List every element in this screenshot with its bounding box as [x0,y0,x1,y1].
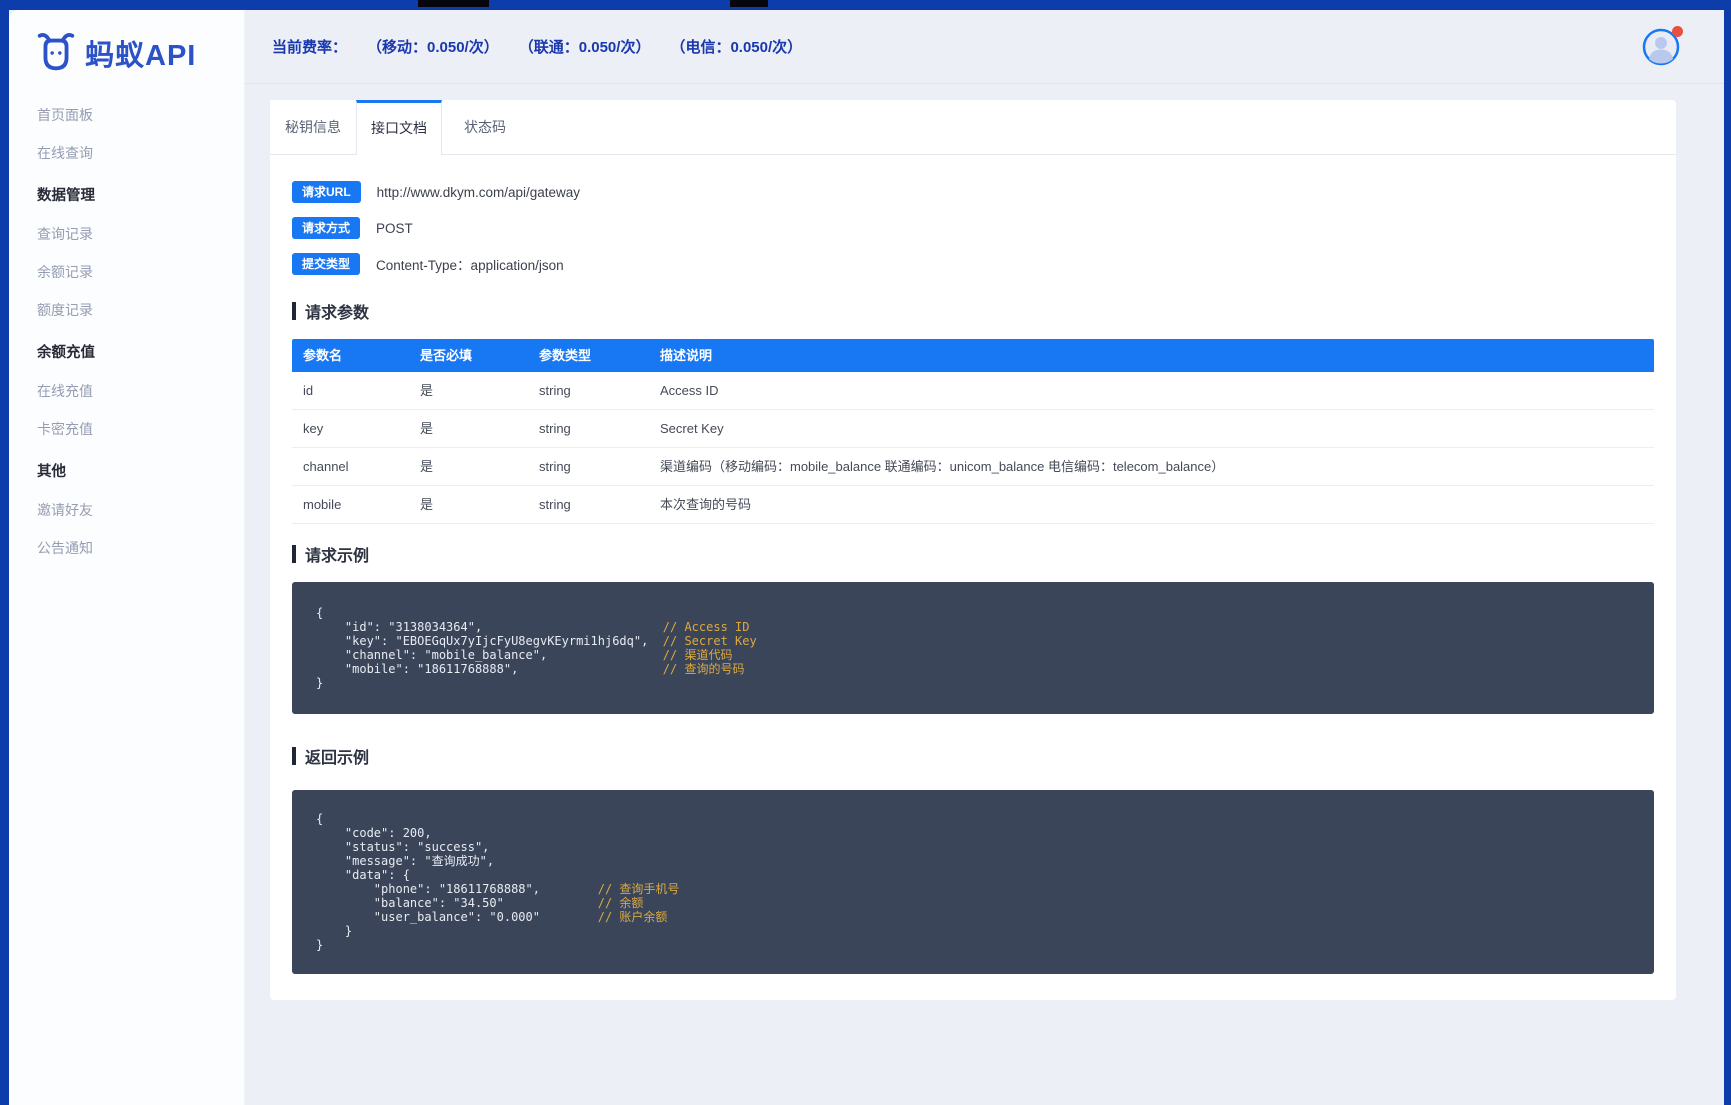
sidebar-item-home[interactable]: 首页面板 [9,96,244,134]
ant-logo-icon [37,33,75,71]
sidebar-section-balance-recharge: 余额充值 [37,345,95,361]
sidebar-item-query-records[interactable]: 查询记录 [9,215,244,253]
sidebar-item-quota-records[interactable]: 额度记录 [9,291,244,329]
content-card: 秘钥信息 接口文档 状态码 请求URL http://www.dkym.com/… [270,100,1676,1000]
logo[interactable]: 蚂蚁API [9,10,244,76]
table-row-key: key 是 string Secret Key [292,410,1654,448]
request-url-badge: 请求URL [292,181,361,203]
rate-telecom: （电信：0.050/次） [670,39,803,56]
content-type-value: Content-Type：application/json [376,258,564,273]
main-area: 当前费率： （移动：0.050/次） （联通：0.050/次） （电信：0.05… [245,10,1724,1105]
request-method-row: 请求方式 POST [292,217,1654,239]
section-title-response-example: 返回示例 [292,744,1654,768]
section-title-request-example: 请求示例 [292,542,1654,566]
tab-bar: 秘钥信息 接口文档 状态码 [270,100,1676,155]
sidebar-section-other: 其他 [37,464,66,480]
sidebar-section-data-management: 数据管理 [37,188,95,204]
tab-status-codes[interactable]: 状态码 [442,100,528,154]
sidebar-item-card-recharge[interactable]: 卡密充值 [9,410,244,448]
table-row-channel: channel 是 string 渠道编码（移动编码：mobile_balanc… [292,448,1654,486]
sidebar: 蚂蚁API 首页面板 在线查询 数据管理 查询记录 余额记录 额度记录 余额充值… [9,10,245,1105]
request-method-value: POST [376,220,413,236]
table-row-id: id 是 string Access ID [292,372,1654,410]
sidebar-item-balance-records[interactable]: 余额记录 [9,253,244,291]
page-frame-top [0,0,1731,10]
page-frame-left [0,0,9,1105]
sidebar-item-online-recharge[interactable]: 在线充值 [9,372,244,410]
col-header-param-type: 参数类型 [539,348,592,363]
top-edge-artifact [418,0,489,7]
rates-label: 当前费率： [272,39,348,56]
page-frame-right [1724,0,1731,1105]
sidebar-item-invite-friends[interactable]: 邀请好友 [9,491,244,529]
logo-title: 蚂蚁API [85,40,197,72]
tab-content: 请求URL http://www.dkym.com/api/gateway 请求… [270,155,1676,1000]
request-url-value: http://www.dkym.com/api/gateway [376,184,581,200]
request-method-badge: 请求方式 [292,217,361,239]
content-type-row: 提交类型 Content-Type：application/json [292,253,1654,275]
tab-secret-info[interactable]: 秘钥信息 [270,100,356,154]
params-table-header: 参数名 是否必填 参数类型 描述说明 [292,339,1654,372]
section-bar [292,747,296,765]
params-table: 参数名 是否必填 参数类型 描述说明 id 是 string Access ID… [292,339,1654,524]
response-example-code: { "code": 200, "status": "success", "mes… [292,790,1654,974]
notification-dot [1672,25,1683,37]
user-avatar[interactable] [1642,25,1683,66]
request-example-code: { "id": "3138034364",// Access ID "key":… [292,582,1654,714]
section-bar [292,302,296,320]
top-edge-artifact [730,0,768,7]
top-header: 当前费率： （移动：0.050/次） （联通：0.050/次） （电信：0.05… [245,10,1724,84]
section-bar [292,545,296,563]
sidebar-item-announcements[interactable]: 公告通知 [9,529,244,567]
request-url-row: 请求URL http://www.dkym.com/api/gateway [292,181,1654,203]
table-row-mobile: mobile 是 string 本次查询的号码 [292,486,1654,524]
rate-mobile: （移动：0.050/次） [367,39,499,56]
tab-api-docs[interactable]: 接口文档 [356,100,442,155]
rate-unicom: （联通：0.050/次） [518,39,651,56]
current-rates: 当前费率： （移动：0.050/次） （联通：0.050/次） （电信：0.05… [272,36,822,57]
sidebar-item-online-query[interactable]: 在线查询 [9,134,244,172]
section-title-params: 请求参数 [292,299,1654,323]
col-header-description: 描述说明 [660,348,713,363]
col-header-required: 是否必填 [420,348,473,363]
content-type-badge: 提交类型 [292,253,361,275]
sidebar-nav: 首页面板 在线查询 数据管理 查询记录 余额记录 额度记录 余额充值 在线充值 … [9,96,244,567]
col-header-param-name: 参数名 [303,348,343,363]
